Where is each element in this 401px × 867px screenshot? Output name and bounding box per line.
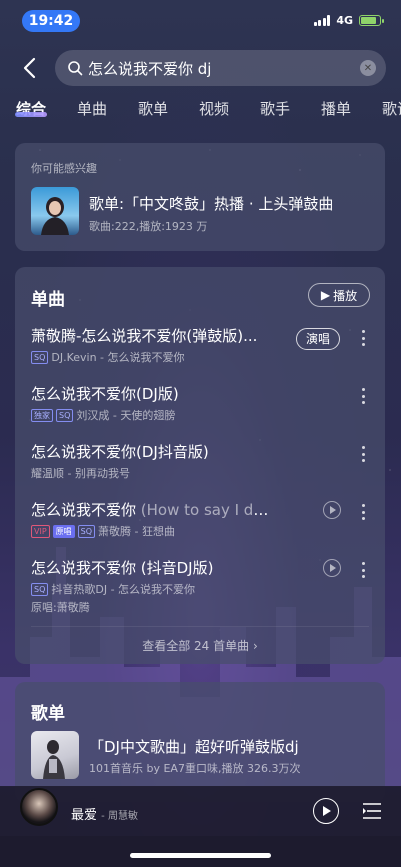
- status-time: 19:42: [22, 10, 80, 32]
- now-playing-title: 最爱 - 周慧敏: [71, 808, 138, 823]
- search-icon: [68, 61, 83, 76]
- mv-play-icon[interactable]: [323, 501, 341, 519]
- sq-badge: SQ: [31, 350, 49, 364]
- search-bar[interactable]: ✕: [55, 50, 386, 86]
- network-type: 4G: [336, 14, 353, 27]
- more-options-icon[interactable]: [361, 388, 365, 404]
- tab-artists[interactable]: 歌手: [260, 98, 290, 119]
- section-title: 歌单: [31, 704, 65, 724]
- song-title: 怎么说我不爱你 (抖音DJ版): [31, 559, 214, 577]
- chevron-right-icon: ›: [252, 639, 258, 653]
- more-options-icon[interactable]: [361, 504, 365, 520]
- mini-player[interactable]: 最爱 - 周慧敏: [0, 786, 401, 836]
- playlist-cover-image: [31, 187, 79, 235]
- more-options-icon[interactable]: [361, 330, 365, 346]
- recommend-subtitle: 歌曲:222,播放:1923 万: [89, 220, 208, 233]
- home-indicator[interactable]: [130, 853, 271, 858]
- songs-card: 单曲 ▶ 播放 萧敬腾-怎么说我不爱你(弹鼓版)... SQ DJ.Kevin …: [15, 267, 385, 664]
- song-row[interactable]: 怎么说我不爱你 (抖音DJ版) SQ 抖音热歌DJ - 怎么说我不爱你 原唱:萧…: [15, 551, 385, 621]
- tab-playlists[interactable]: 歌单: [138, 98, 168, 119]
- song-meta: 抖音热歌DJ - 怎么说我不爱你: [51, 583, 196, 596]
- status-bar: 19:42 4G: [0, 0, 401, 40]
- playlist-card: 歌单 「DJ中文歌曲」超好听弹鼓版dj 101首音乐 by EA7重口味,播放 …: [15, 682, 385, 802]
- more-options-icon[interactable]: [361, 562, 365, 578]
- play-all-button[interactable]: ▶ 播放: [308, 283, 370, 307]
- recommend-label: 你可能感兴趣: [31, 162, 97, 175]
- tab-lyrics[interactable]: 歌词: [382, 98, 401, 119]
- playlist-title[interactable]: 「DJ中文歌曲」超好听弹鼓版dj: [89, 736, 299, 757]
- bottom-safe-area: [0, 836, 401, 867]
- perform-button[interactable]: 演唱: [296, 328, 340, 350]
- battery-icon: [359, 15, 384, 26]
- divider: [31, 626, 369, 627]
- song-title: 怎么说我不爱你(DJ版): [31, 385, 179, 403]
- mv-play-icon[interactable]: [323, 559, 341, 577]
- song-row[interactable]: 怎么说我不爱你(DJ版) 独家 SQ 刘汉成 - 天使的翅膀: [15, 377, 385, 435]
- song-title-alt: (How to say I do...: [140, 501, 271, 519]
- sq-badge: SQ: [56, 408, 74, 422]
- play-button[interactable]: [313, 798, 339, 824]
- signal-icon: [313, 15, 331, 26]
- vip-badge: VIP: [31, 524, 50, 538]
- tab-videos[interactable]: 视频: [199, 98, 229, 119]
- recommend-title: 歌单:「中文咚鼓」热播 · 上头弹鼓曲: [89, 195, 334, 213]
- playlist-queue-icon[interactable]: [362, 802, 382, 820]
- original-singer: 原唱:萧敬腾: [31, 601, 90, 614]
- playlist-subtitle: 101首音乐 by EA7重口味,播放 326.3万次: [89, 762, 301, 775]
- back-icon[interactable]: [16, 54, 44, 82]
- playlist-cover-image[interactable]: [31, 731, 79, 779]
- song-title: 萧敬腾-怎么说我不爱你(弹鼓版)...: [31, 327, 258, 345]
- tab-songs[interactable]: 单曲: [77, 98, 107, 119]
- view-all-songs-link[interactable]: 查看全部 24 首单曲 ›: [15, 637, 385, 654]
- recommend-card[interactable]: 你可能感兴趣 歌单:「中文咚鼓」热播 · 上头弹鼓曲 歌曲:222,播放:192…: [15, 143, 385, 251]
- song-row[interactable]: 怎么说我不爱你(DJ抖音版) 耀温顺 - 别再动我号: [15, 435, 385, 493]
- song-title: 怎么说我不爱你 (How to say I do...: [31, 499, 271, 520]
- exclusive-badge: 独家: [31, 408, 53, 422]
- section-title: 单曲: [31, 290, 65, 310]
- now-playing-avatar[interactable]: [20, 788, 58, 826]
- play-icon: ▶: [320, 288, 331, 302]
- song-meta: 刘汉成 - 天使的翅膀: [76, 409, 176, 422]
- category-tabs: 综合 单曲 歌单 视频 歌手 播单 歌词: [0, 96, 401, 124]
- song-meta: 耀温顺 - 别再动我号: [31, 467, 130, 480]
- song-row[interactable]: 怎么说我不爱你 (How to say I do... VIP 原唱 SQ 萧敬…: [15, 493, 385, 551]
- active-tab-indicator: [15, 112, 47, 117]
- clear-icon[interactable]: ✕: [360, 60, 376, 76]
- song-title: 怎么说我不爱你(DJ抖音版): [31, 443, 209, 461]
- search-input[interactable]: [88, 59, 360, 77]
- sq-badge: SQ: [77, 524, 96, 538]
- now-playing-artist: - 周慧敏: [101, 811, 138, 822]
- sq-badge: SQ: [31, 582, 49, 596]
- song-meta: DJ.Kevin - 怎么说我不爱你: [51, 351, 185, 364]
- tab-podcasts[interactable]: 播单: [321, 98, 351, 119]
- song-row[interactable]: 萧敬腾-怎么说我不爱你(弹鼓版)... SQ DJ.Kevin - 怎么说我不爱…: [15, 319, 385, 377]
- original-badge: 原唱: [52, 524, 75, 538]
- song-meta: 萧敬腾 - 狂想曲: [98, 525, 175, 538]
- more-options-icon[interactable]: [361, 446, 365, 462]
